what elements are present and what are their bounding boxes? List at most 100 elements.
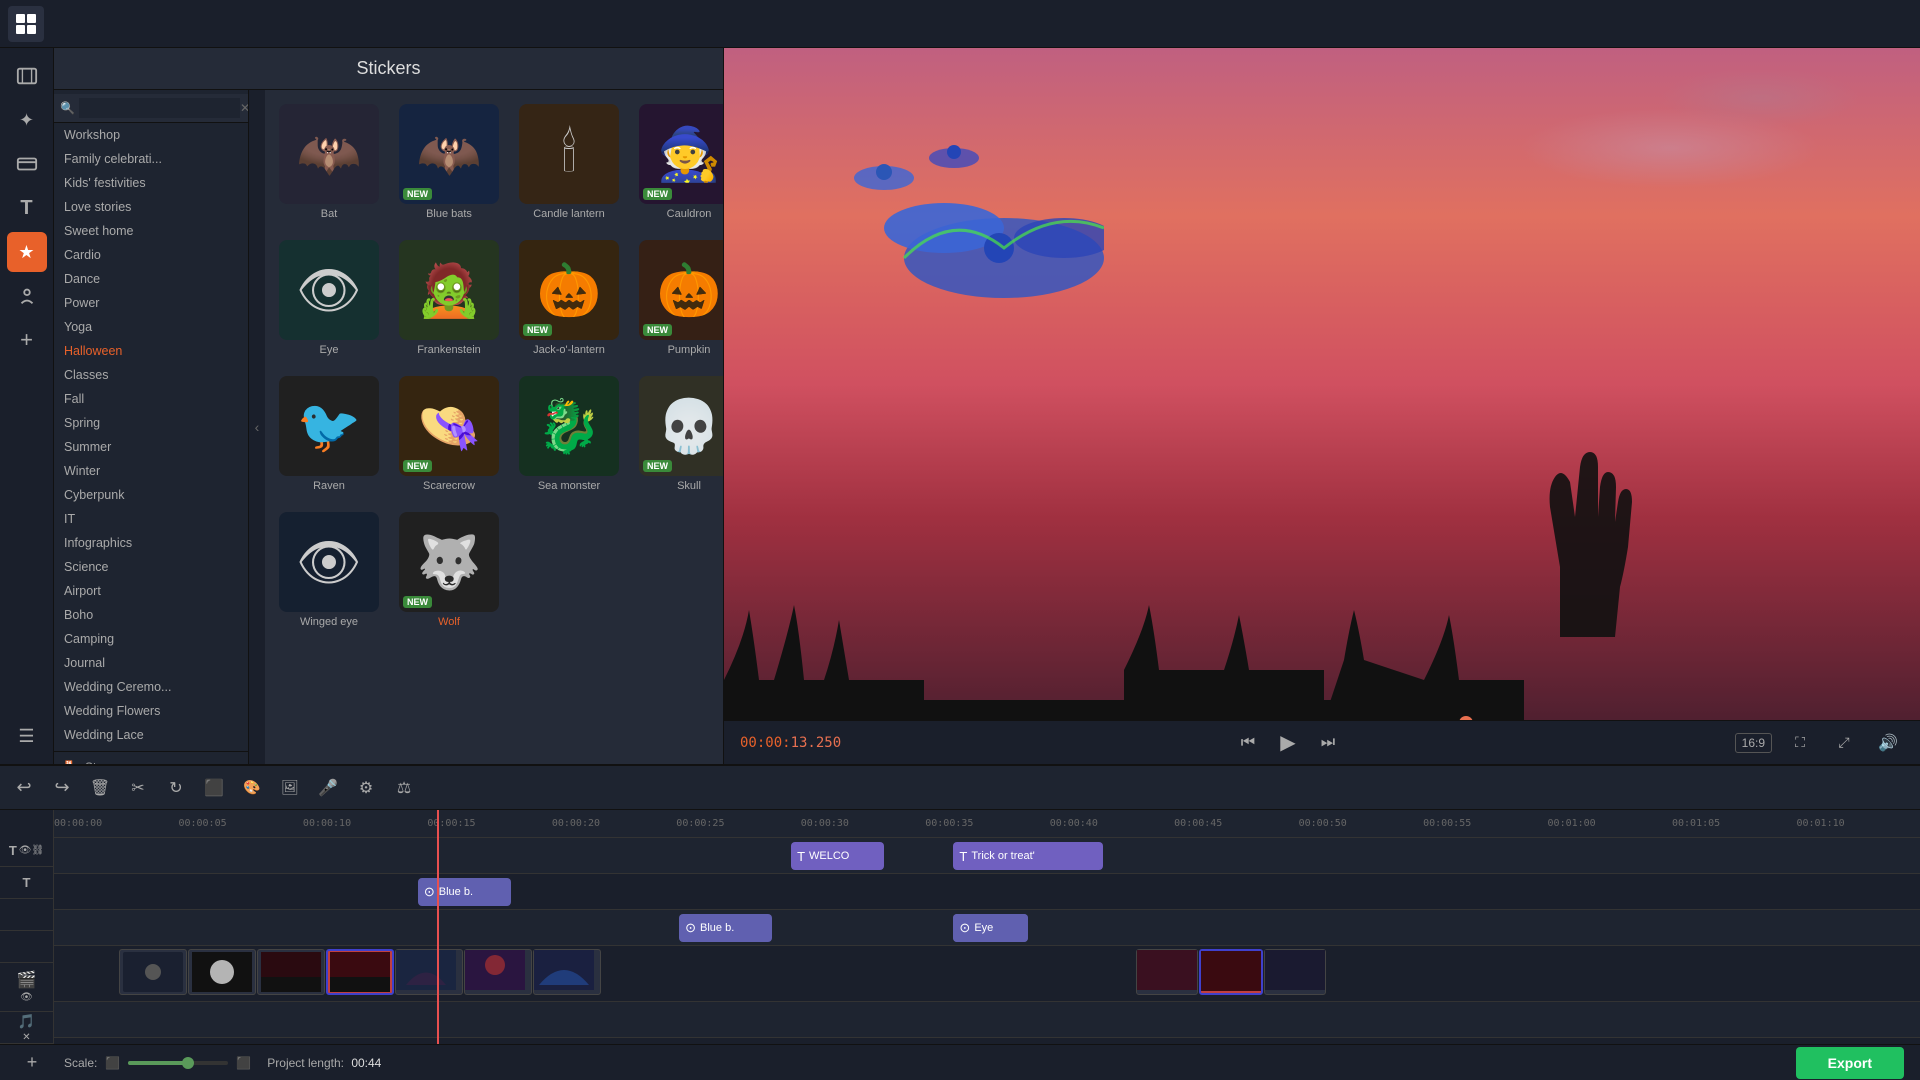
crop-button[interactable]: ⬛ — [198, 772, 230, 804]
category-item-wedding-lace[interactable]: Wedding Lace — [54, 723, 248, 747]
category-item-fall[interactable]: Fall — [54, 387, 248, 411]
category-item-power[interactable]: Power — [54, 291, 248, 315]
category-item-yoga[interactable]: Yoga — [54, 315, 248, 339]
toolbar-text[interactable]: T — [7, 188, 47, 228]
blue-b-mid-clip[interactable]: ⊙ Blue b. — [679, 914, 772, 942]
sticker-item-frankenstein[interactable]: 🧟Frankenstein — [393, 234, 505, 362]
sticker-item-pumpkin[interactable]: 🎃NEWPumpkin — [633, 234, 723, 362]
toolbar-star[interactable]: ★ — [7, 232, 47, 272]
progress-handle[interactable] — [1459, 716, 1473, 720]
v-thumb-5[interactable] — [395, 949, 463, 995]
fit-screen-button[interactable]: ⛶ — [1784, 727, 1816, 759]
v-thumb-7[interactable] — [533, 949, 601, 995]
category-item-camping[interactable]: Camping — [54, 627, 248, 651]
timecode-highlight: 13.250 — [791, 735, 842, 751]
toolbar-sports[interactable] — [7, 276, 47, 316]
category-item-journal[interactable]: Journal — [54, 651, 248, 675]
category-item-spring[interactable]: Spring — [54, 411, 248, 435]
collapse-arrow[interactable]: ‹ — [249, 90, 265, 764]
v-thumb-10[interactable] — [1264, 949, 1326, 995]
sticker-item-bat[interactable]: 🦇Bat — [273, 98, 385, 226]
scale-slider-fill — [128, 1061, 188, 1065]
sticker-item-raven[interactable]: 🐦Raven — [273, 370, 385, 498]
toolbar-menu[interactable]: ☰ — [7, 716, 47, 756]
sticker-label-scarecrow: Scarecrow — [423, 480, 475, 492]
sticker-label-bat: Bat — [321, 208, 338, 220]
sticker-item-skull[interactable]: 💀NEWSkull — [633, 370, 723, 498]
v-thumb-4[interactable] — [326, 949, 394, 995]
media-button[interactable]: 🖼 — [274, 772, 306, 804]
sticker-item-winged-eye[interactable]: 👁Winged eye — [273, 506, 385, 634]
scissors-button[interactable]: ✂ — [122, 772, 154, 804]
welco-clip[interactable]: T WELCO — [791, 842, 884, 870]
store-button[interactable]: 🏪 Store — [54, 751, 248, 764]
category-item-dance[interactable]: Dance — [54, 267, 248, 291]
category-item-infographics[interactable]: Infographics — [54, 531, 248, 555]
play-pause-button[interactable]: ▶ — [1272, 727, 1304, 759]
category-item-airport[interactable]: Airport — [54, 579, 248, 603]
v-thumb-1[interactable] — [119, 949, 187, 995]
category-item-sweet-home[interactable]: Sweet home — [54, 219, 248, 243]
v-thumb-9[interactable] — [1199, 949, 1263, 995]
trick-or-treat-clip[interactable]: T Trick or treat' — [953, 842, 1102, 870]
playhead[interactable] — [437, 810, 439, 1044]
blue-b-top-clip[interactable]: ⊙ Blue b. — [418, 878, 511, 906]
sticker-item-jack-o-lantern[interactable]: 🎃NEWJack-o'-lantern — [513, 234, 625, 362]
export-button[interactable]: Export — [1796, 1047, 1904, 1079]
search-input[interactable] — [79, 98, 240, 118]
color-button[interactable]: 🎨 — [236, 772, 268, 804]
category-item-halloween[interactable]: Halloween — [54, 339, 248, 363]
eye-clip[interactable]: ⊙ Eye — [953, 914, 1028, 942]
scale-slider[interactable] — [128, 1061, 228, 1065]
redo-button[interactable]: ↪ — [46, 772, 78, 804]
add-media-button[interactable]: + — [16, 1047, 48, 1079]
sticker-emoji-blue-bats: 🦇 — [417, 124, 482, 185]
redo2-button[interactable]: ↻ — [160, 772, 192, 804]
v-thumb-8[interactable] — [1136, 949, 1198, 995]
sticker-item-cauldron[interactable]: 🧙NEWCauldron — [633, 98, 723, 226]
sticker-panel-inner: 🔍 ✕ WorkshopFamily celebrati...Kids' fes… — [54, 90, 723, 764]
v-thumb-6[interactable] — [464, 949, 532, 995]
volume-button[interactable]: 🔊 — [1872, 727, 1904, 759]
sticker-item-wolf[interactable]: 🐺NEWWolf — [393, 506, 505, 634]
v-thumb-3[interactable] — [257, 949, 325, 995]
category-item-classes[interactable]: Classes — [54, 363, 248, 387]
new-badge-blue-bats: NEW — [403, 188, 432, 200]
undo-button[interactable]: ↩ — [8, 772, 40, 804]
scale-slider-handle[interactable] — [182, 1057, 194, 1069]
sticker-item-candle-lantern[interactable]: 🕯Candle lantern — [513, 98, 625, 226]
aspect-ratio-selector[interactable]: 16:9 — [1735, 733, 1772, 753]
text-track-label: T 👁 ⛓ — [0, 835, 53, 867]
sticker-item-scarecrow[interactable]: 👒NEWScarecrow — [393, 370, 505, 498]
toolbar-add[interactable]: + — [7, 320, 47, 360]
delete-button[interactable]: 🗑 — [84, 772, 116, 804]
category-item-summer[interactable]: Summer — [54, 435, 248, 459]
sticker-item-eye[interactable]: 👁Eye — [273, 234, 385, 362]
category-item-boho[interactable]: Boho — [54, 603, 248, 627]
mic-button[interactable]: 🎤 — [312, 772, 344, 804]
skip-start-button[interactable]: ⏮ — [1232, 727, 1264, 759]
toolbar-magic-wand[interactable]: ✦ — [7, 100, 47, 140]
category-item-science[interactable]: Science — [54, 555, 248, 579]
sticker-item-blue-bats[interactable]: 🦇NEWBlue bats — [393, 98, 505, 226]
toolbar-layers[interactable] — [7, 144, 47, 184]
category-item-love[interactable]: Love stories — [54, 195, 248, 219]
clear-search-icon[interactable]: ✕ — [240, 101, 249, 115]
category-item-cyberpunk[interactable]: Cyberpunk — [54, 483, 248, 507]
v-thumb-2[interactable] — [188, 949, 256, 995]
adjust-button[interactable]: ⚖ — [388, 772, 420, 804]
category-item-kids[interactable]: Kids' festivities — [54, 171, 248, 195]
category-item-family[interactable]: Family celebrati... — [54, 147, 248, 171]
category-item-cardio[interactable]: Cardio — [54, 243, 248, 267]
skip-end-button[interactable]: ⏭ — [1312, 727, 1344, 759]
category-item-workshop[interactable]: Workshop — [54, 123, 248, 147]
category-item-wedding-ceremo[interactable]: Wedding Ceremo... — [54, 675, 248, 699]
category-item-wedding-flowers[interactable]: Wedding Flowers — [54, 699, 248, 723]
sticker-item-sea-monster[interactable]: 🐉Sea monster — [513, 370, 625, 498]
toolbar-film[interactable] — [7, 56, 47, 96]
settings-button[interactable]: ⚙ — [350, 772, 382, 804]
sticker-label-eye: Eye — [320, 344, 339, 356]
category-item-it[interactable]: IT — [54, 507, 248, 531]
category-item-winter[interactable]: Winter — [54, 459, 248, 483]
fullscreen-button[interactable]: ⤢ — [1828, 727, 1860, 759]
